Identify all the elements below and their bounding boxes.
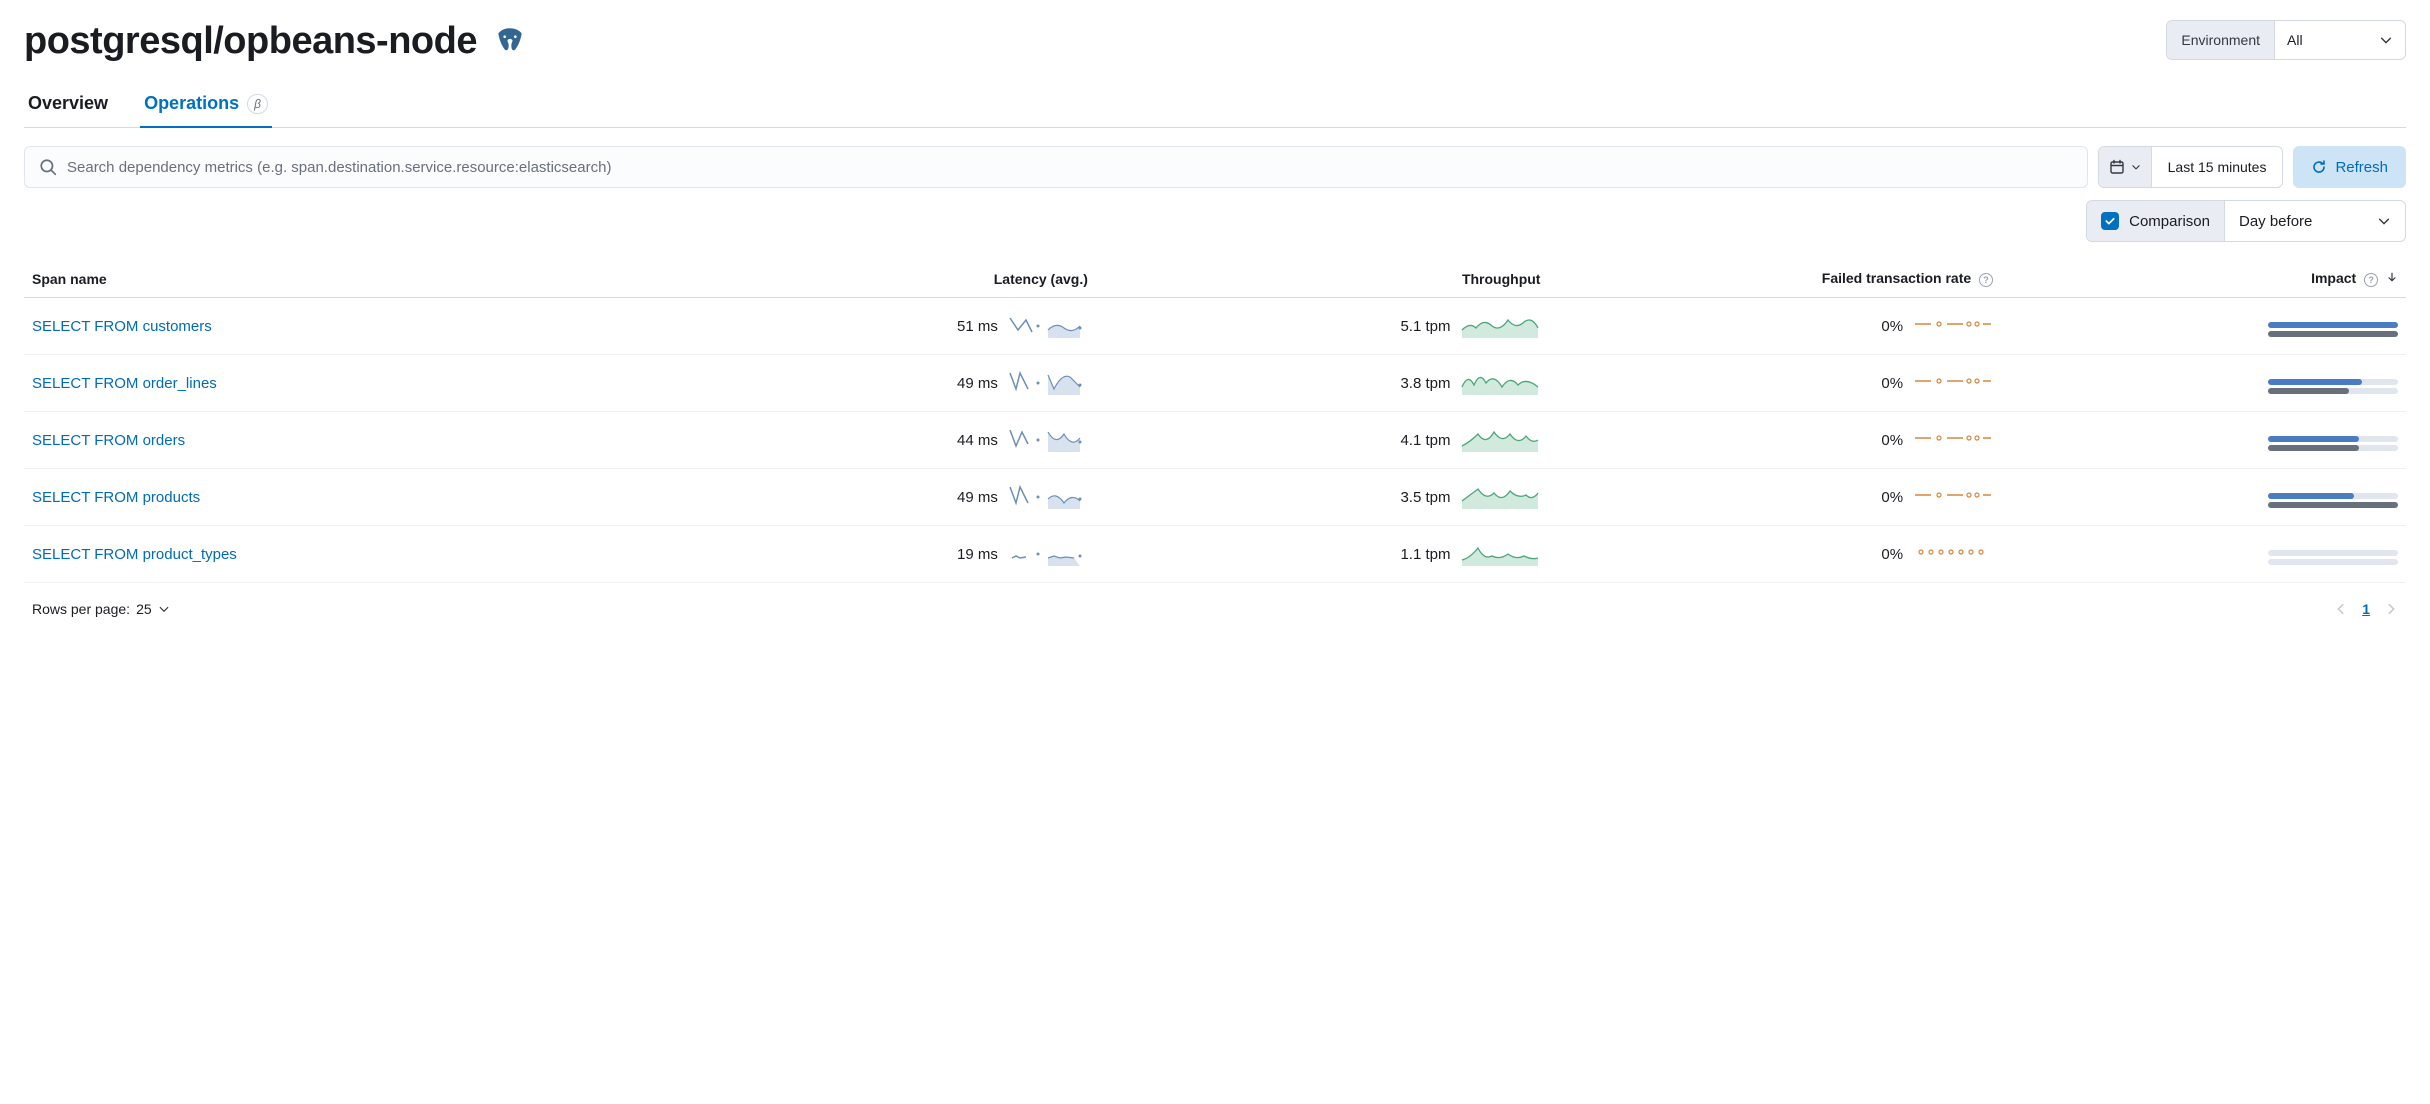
latency-sparkline xyxy=(1008,424,1088,456)
refresh-button[interactable]: Refresh xyxy=(2293,146,2406,188)
throughput-value: 3.5 tpm xyxy=(1400,489,1450,506)
failed-rate-sparkline xyxy=(1913,310,1993,342)
pagination: 1 xyxy=(2334,601,2398,617)
span-link[interactable]: SELECT FROM order_lines xyxy=(32,375,217,392)
chevron-down-icon xyxy=(158,603,170,615)
chevron-down-icon xyxy=(2377,214,2391,228)
postgresql-icon xyxy=(493,25,527,59)
table-row: SELECT FROM orders 44 ms 4.1 tpm 0% xyxy=(24,412,2406,469)
impact-bars xyxy=(2268,436,2398,451)
rows-per-page-select[interactable]: Rows per page: 25 xyxy=(32,601,170,617)
chevron-down-icon xyxy=(2131,162,2141,172)
span-link[interactable]: SELECT FROM product_types xyxy=(32,546,237,563)
table-row: SELECT FROM product_types 19 ms 1.1 tpm … xyxy=(24,526,2406,583)
failed-rate-sparkline xyxy=(1913,538,1993,570)
throughput-value: 5.1 tpm xyxy=(1400,318,1450,335)
table-row: SELECT FROM customers 51 ms 5.1 tpm 0% xyxy=(24,298,2406,355)
date-picker-button[interactable] xyxy=(2099,147,2152,187)
latency-sparkline xyxy=(1008,481,1088,513)
latency-value: 49 ms xyxy=(957,489,998,506)
col-span-name[interactable]: Span name xyxy=(24,260,643,298)
latency-value: 49 ms xyxy=(957,375,998,392)
tab-operations[interactable]: Operations β xyxy=(140,83,272,128)
impact-bars xyxy=(2268,550,2398,565)
chevron-down-icon xyxy=(2379,33,2393,47)
failed-rate-sparkline xyxy=(1913,481,1993,513)
latency-value: 44 ms xyxy=(957,432,998,449)
latency-value: 19 ms xyxy=(957,546,998,563)
environment-selector[interactable]: Environment All xyxy=(2166,20,2406,60)
comparison-checkbox[interactable] xyxy=(2101,212,2119,230)
comparison-select[interactable]: Day before xyxy=(2225,201,2405,241)
failed-rate-sparkline xyxy=(1913,367,1993,399)
latency-sparkline xyxy=(1008,538,1088,570)
calendar-icon xyxy=(2109,159,2125,175)
latency-value: 51 ms xyxy=(957,318,998,335)
throughput-sparkline xyxy=(1460,367,1540,399)
impact-bars xyxy=(2268,379,2398,394)
refresh-icon xyxy=(2311,159,2327,175)
span-link[interactable]: SELECT FROM orders xyxy=(32,432,185,449)
throughput-value: 4.1 tpm xyxy=(1400,432,1450,449)
beta-badge: β xyxy=(247,94,268,114)
environment-label: Environment xyxy=(2167,21,2275,59)
impact-bars xyxy=(2268,322,2398,337)
throughput-value: 1.1 tpm xyxy=(1400,546,1450,563)
tabs: Overview Operations β xyxy=(24,83,2406,128)
search-input-wrapper[interactable] xyxy=(24,146,2088,188)
failed-rate-value: 0% xyxy=(1881,318,1903,335)
comparison-selector[interactable]: Comparison Day before xyxy=(2086,200,2406,242)
latency-sparkline xyxy=(1008,310,1088,342)
impact-bars xyxy=(2268,493,2398,508)
sort-descending-icon xyxy=(2386,270,2398,286)
failed-rate-value: 0% xyxy=(1881,432,1903,449)
search-icon xyxy=(39,158,57,176)
failed-rate-value: 0% xyxy=(1881,375,1903,392)
throughput-sparkline xyxy=(1460,538,1540,570)
failed-rate-value: 0% xyxy=(1881,546,1903,563)
page-next[interactable] xyxy=(2384,602,2398,616)
span-link[interactable]: SELECT FROM products xyxy=(32,489,200,506)
col-failed-rate[interactable]: Failed transaction rate ? xyxy=(1548,260,2001,298)
environment-value: All xyxy=(2287,32,2303,48)
table-row: SELECT FROM products 49 ms 3.5 tpm 0% xyxy=(24,469,2406,526)
throughput-value: 3.8 tpm xyxy=(1400,375,1450,392)
col-throughput[interactable]: Throughput xyxy=(1096,260,1549,298)
col-latency[interactable]: Latency (avg.) xyxy=(643,260,1096,298)
info-icon[interactable]: ? xyxy=(1979,273,1993,287)
comparison-checkbox-wrap[interactable]: Comparison xyxy=(2087,201,2225,241)
throughput-sparkline xyxy=(1460,424,1540,456)
throughput-sparkline xyxy=(1460,310,1540,342)
failed-rate-value: 0% xyxy=(1881,489,1903,506)
tab-overview[interactable]: Overview xyxy=(24,83,112,128)
info-icon[interactable]: ? xyxy=(2364,273,2378,287)
page-number[interactable]: 1 xyxy=(2362,601,2370,617)
operations-table: Span name Latency (avg.) Throughput Fail… xyxy=(24,260,2406,583)
failed-rate-sparkline xyxy=(1913,424,1993,456)
col-impact[interactable]: Impact ? xyxy=(2001,260,2406,298)
page-title: postgresql/opbeans-node xyxy=(24,20,477,63)
table-row: SELECT FROM order_lines 49 ms 3.8 tpm 0% xyxy=(24,355,2406,412)
throughput-sparkline xyxy=(1460,481,1540,513)
page-prev[interactable] xyxy=(2334,602,2348,616)
date-range-label: Last 15 minutes xyxy=(2152,147,2283,187)
search-input[interactable] xyxy=(67,159,2073,176)
date-picker[interactable]: Last 15 minutes xyxy=(2098,146,2284,188)
latency-sparkline xyxy=(1008,367,1088,399)
span-link[interactable]: SELECT FROM customers xyxy=(32,318,212,335)
